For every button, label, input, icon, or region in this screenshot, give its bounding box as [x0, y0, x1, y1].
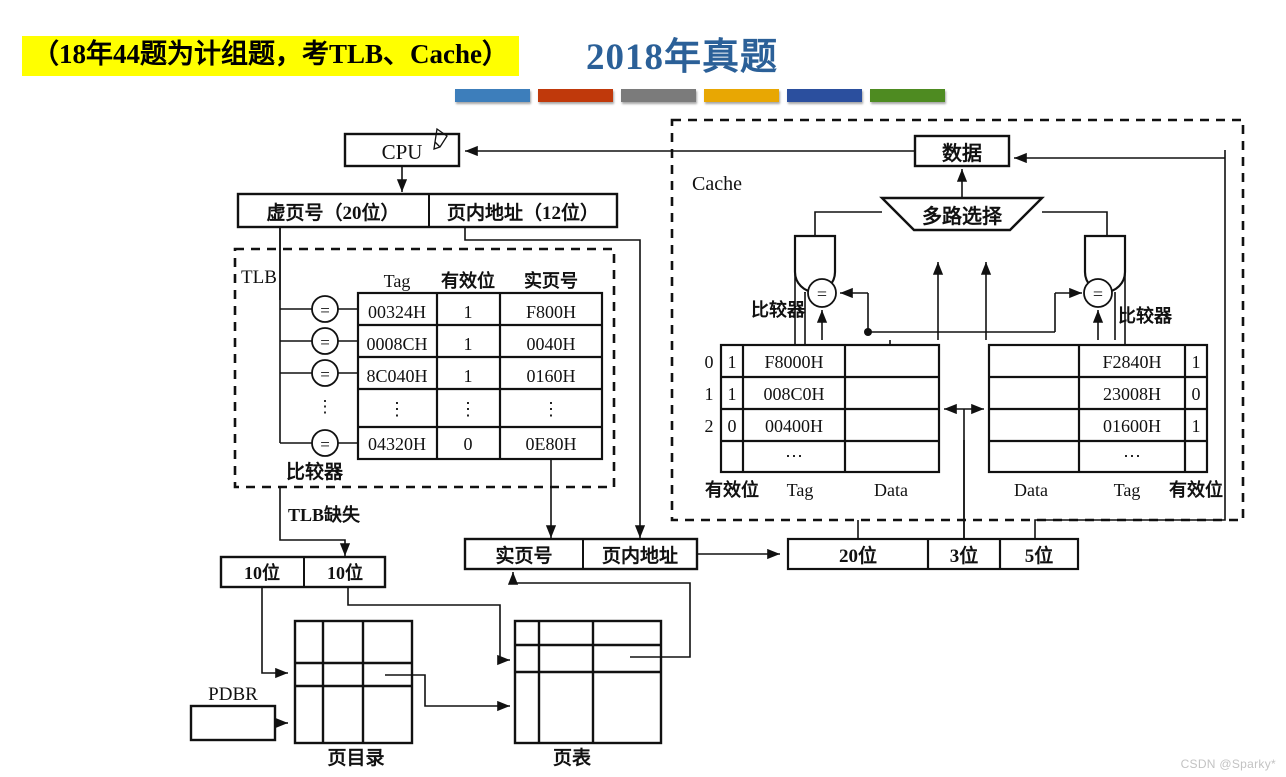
tlb-header-tag: Tag [384, 271, 411, 291]
cache-right-footer-valid: 有效位 [1169, 479, 1223, 500]
page-directory-label: 页目录 [327, 748, 384, 769]
tlb-row-2-tag: 8C040H [366, 366, 427, 386]
tlb-row: 8C040H 1 0160H [366, 366, 575, 386]
tlb-row-2-valid: 1 [464, 366, 473, 386]
tlb-eq-2: = [320, 365, 330, 384]
tlb-row-2-frame: 0160H [527, 366, 576, 386]
cache-right-valid-1: 0 [1192, 384, 1201, 404]
cache-right-tag-2: 01600H [1103, 416, 1161, 436]
cache-left-index-1: 1 [705, 384, 714, 404]
tlb-row-1-valid: 1 [464, 334, 473, 354]
cache-eq-right: = [1093, 284, 1103, 304]
cache-index-bits-label: 3位 [950, 544, 979, 567]
cache-left-valid-1: 1 [728, 384, 737, 404]
tlb-row: 0008CH 1 0040H [366, 334, 575, 354]
cpu-label: CPU [382, 140, 423, 164]
tlb-comparator-ellipsis: ⋮ [317, 397, 334, 416]
tlb-row-0-frame: F800H [526, 302, 576, 322]
cache-comparator-label-right: 比较器 [1118, 305, 1173, 326]
virtual-page-offset-label: 页内地址（12位） [447, 201, 599, 224]
cache-right-valid-2: 1 [1192, 416, 1201, 436]
cache-left-tag-1: 008C0H [763, 384, 824, 404]
multiplexer-label: 多路选择 [922, 204, 1003, 228]
tlb-row-3-valid: ⋮ [459, 399, 477, 419]
tlb-row-0-valid: 1 [464, 302, 473, 322]
cache-comparator-label-left: 比较器 [751, 299, 806, 320]
cache-right-tag-0: F2840H [1102, 352, 1161, 372]
pdbr-label: PDBR [208, 684, 258, 705]
cache-left-tag-2: 00400H [765, 416, 823, 436]
cache-tag-bits-label: 20位 [839, 544, 877, 567]
cache-left-index-2: 2 [705, 416, 714, 436]
cache-left-footer-tag: Tag [787, 480, 814, 500]
slide-canvas: （18年44题为计组题，考TLB、Cache） 2018年真题 CPU 虚页号（… [0, 0, 1286, 777]
cache-left-valid-2: 0 [728, 416, 737, 436]
cache-left-valid-0: 1 [728, 352, 737, 372]
physical-frame-label: 实页号 [495, 544, 552, 567]
cache-offset-bits-label: 5位 [1025, 544, 1054, 567]
cache-left-index-0: 0 [705, 352, 714, 372]
tlb-row-0-tag: 00324H [368, 302, 426, 322]
tlb-row: 04320H 0 0E80H [368, 434, 577, 454]
tlb-header-valid: 有效位 [441, 270, 495, 291]
cache-data-label: 数据 [942, 141, 982, 165]
tlb-miss-label: TLB缺失 [288, 504, 361, 525]
tlb-row-4-valid: 0 [464, 434, 473, 454]
physical-offset-label: 页内地址 [602, 544, 678, 567]
cache-right-valid-0: 1 [1192, 352, 1201, 372]
tlb-eq-0: = [320, 301, 330, 320]
page-walk-field1-label: 10位 [244, 562, 280, 583]
cache-right-footer-data: Data [1014, 480, 1048, 500]
cache-left-tag-0: F8000H [764, 352, 823, 372]
tlb-row-1-frame: 0040H [527, 334, 576, 354]
tlb-eq-1: = [320, 333, 330, 352]
cache-right-tag-3: ⋯ [1123, 446, 1141, 466]
cache-box-label: Cache [692, 173, 742, 195]
tlb-cache-architecture-diagram: CPU 虚页号（20位） 页内地址（12位） TLB 比较器 Tag 有效位 实… [189, 118, 1245, 769]
cache-left-tag-3: ⋯ [785, 446, 803, 466]
tlb-row: 00324H 1 F800H [368, 302, 576, 322]
watermark: CSDN @Sparky* [1180, 757, 1276, 771]
tlb-row-3-tag: ⋮ [388, 399, 406, 419]
tlb-box-label: TLB [241, 267, 277, 288]
page-walk-field2-label: 10位 [327, 562, 363, 583]
tlb-row-1-tag: 0008CH [366, 334, 427, 354]
cache-right-tag-1: 23008H [1103, 384, 1161, 404]
tlb-header-frame: 实页号 [524, 270, 578, 291]
tlb-comparator-label: 比较器 [286, 460, 344, 483]
cache-eq-left: = [817, 284, 827, 304]
tlb-row-4-tag: 04320H [368, 434, 426, 454]
tlb-row-4-frame: 0E80H [526, 434, 577, 454]
tlb-row-3-frame: ⋮ [542, 399, 560, 419]
tlb-eq-3: = [320, 435, 330, 454]
cache-left-footer-valid: 有效位 [705, 479, 759, 500]
cache-right-footer-tag: Tag [1114, 480, 1141, 500]
cache-left-footer-data: Data [874, 480, 908, 500]
page-table-label: 页表 [553, 746, 592, 769]
virtual-page-number-label: 虚页号（20位） [266, 201, 399, 224]
